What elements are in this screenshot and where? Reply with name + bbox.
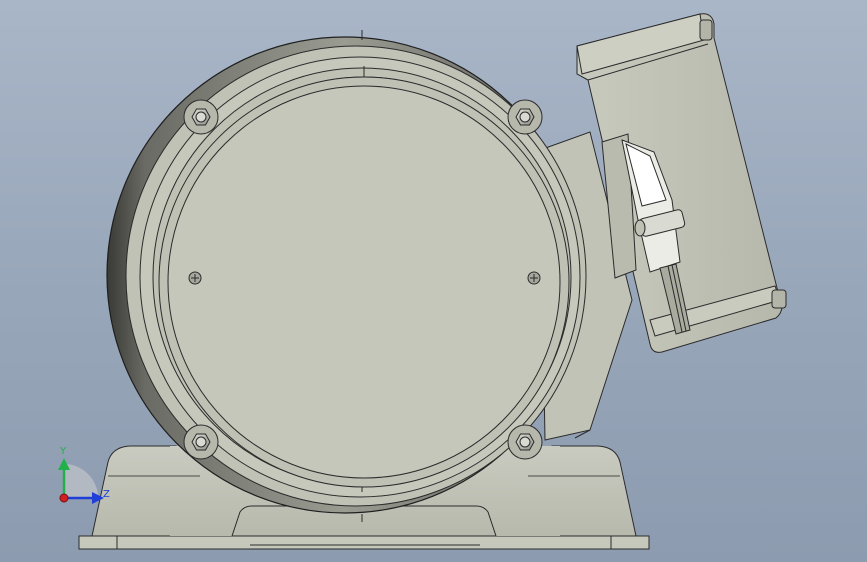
cover-screw-left[interactable] [188, 271, 202, 285]
view-orientation-triad: Y Z [58, 446, 110, 504]
bolt-bottom-left[interactable] [183, 424, 219, 460]
bolt-top-right[interactable] [507, 99, 543, 135]
y-axis-arrowhead [58, 458, 70, 470]
end-cover-plate[interactable] [158, 76, 570, 488]
cad-graphics-viewport[interactable]: Y Z [0, 0, 867, 562]
cover-screw-right[interactable] [527, 271, 541, 285]
y-axis-label: Y [59, 446, 67, 457]
bolt-bottom-right[interactable] [507, 424, 543, 460]
bolt-top-left[interactable] [183, 99, 219, 135]
base-plate[interactable] [78, 535, 650, 550]
x-axis-dot [59, 493, 69, 503]
motor-model-drawing[interactable]: Y Z [0, 0, 867, 562]
z-axis-label: Z [103, 489, 110, 500]
